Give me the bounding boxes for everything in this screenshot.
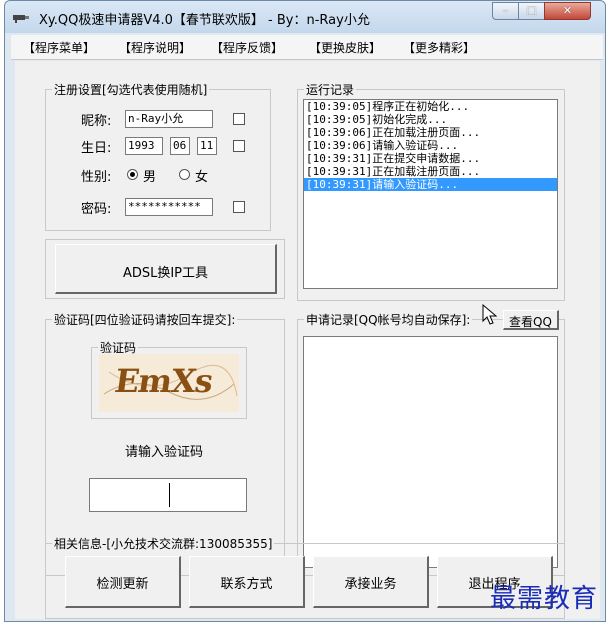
menu-bar: 【程序菜单】 【程序说明】 【程序反馈】 【更换皮肤】 【更多精彩】 xyxy=(11,35,603,60)
nickname-input[interactable]: n-Ray小允 xyxy=(125,110,213,128)
log-line[interactable]: [10:39:06]正在加载注册页面... xyxy=(304,126,557,139)
text-caret xyxy=(169,483,170,507)
minimize-icon: – xyxy=(502,4,509,17)
birthday-label: 生日: xyxy=(81,141,112,156)
captcha-prompt: 请输入验证码 xyxy=(125,445,204,460)
gender-label: 性别: xyxy=(81,170,112,185)
check-update-label: 检测更新 xyxy=(96,577,149,592)
password-input[interactable]: *********** xyxy=(125,198,213,216)
menu-feedback[interactable]: 【程序反馈】 xyxy=(211,39,283,56)
nickname-random-checkbox[interactable] xyxy=(233,113,245,125)
captcha-legend: 验证码[四位验证码请按回车提交]: xyxy=(54,313,236,327)
maximize-button[interactable]: □ xyxy=(518,2,545,20)
close-button[interactable]: ✕ xyxy=(544,2,591,20)
view-qq-label: 查看QQ xyxy=(509,315,552,329)
menu-skin[interactable]: 【更换皮肤】 xyxy=(309,39,381,56)
run-log-listbox[interactable]: [10:39:05]程序正在初始化... [10:39:05]初始化完成... [1… xyxy=(303,99,558,289)
menu-instructions[interactable]: 【程序说明】 xyxy=(119,39,191,56)
captcha-text: EmXs xyxy=(112,362,215,400)
watermark-text: 最需教育 xyxy=(490,584,599,614)
related-info-legend: 相关信息-[小允技术交流群:130085355] xyxy=(54,537,273,551)
app-icon xyxy=(13,15,29,23)
run-log-legend: 运行记录 xyxy=(306,83,355,97)
gender-female-radio[interactable] xyxy=(179,169,190,180)
menu-more[interactable]: 【更多精彩】 xyxy=(403,39,475,56)
captcha-image[interactable]: EmXs xyxy=(99,354,239,412)
close-icon: ✕ xyxy=(562,4,573,17)
log-line[interactable]: [10:39:05]程序正在初始化... xyxy=(304,100,557,113)
gender-male-radio[interactable] xyxy=(127,169,138,180)
birthday-random-checkbox[interactable] xyxy=(233,140,245,152)
window-title: Xy.QQ极速申请器V4.0【春节联欢版】 - By：n-Ray小允 xyxy=(39,13,370,28)
minimize-button[interactable]: – xyxy=(492,2,519,20)
captcha-input[interactable] xyxy=(89,478,247,512)
log-line[interactable]: [10:39:31]正在加载注册页面... xyxy=(304,165,557,178)
gender-male-label: 男 xyxy=(143,170,157,185)
maximize-icon: □ xyxy=(526,4,537,17)
birth-year-input[interactable]: 1993 xyxy=(125,137,163,155)
mouse-cursor-icon xyxy=(482,304,498,325)
menu-program[interactable]: 【程序菜单】 xyxy=(23,39,95,56)
birth-day-input[interactable]: 11 xyxy=(197,137,217,155)
password-label: 密码: xyxy=(81,202,112,217)
apply-records-legend: 申请记录[QQ帐号均自动保存]: xyxy=(306,313,471,327)
check-update-button[interactable]: 检测更新 xyxy=(65,556,181,608)
contact-label: 联系方式 xyxy=(220,577,273,592)
nickname-label: 昵称: xyxy=(81,114,112,129)
log-line[interactable]: [10:39:31]正在提交申请数据... xyxy=(304,152,557,165)
register-settings-legend: 注册设置[勾选代表使用随机] xyxy=(54,83,208,97)
contact-button[interactable]: 联系方式 xyxy=(189,556,305,608)
title-bar[interactable]: Xy.QQ极速申请器V4.0【春节联欢版】 - By：n-Ray小允 – □ ✕ xyxy=(5,1,605,33)
password-random-checkbox[interactable] xyxy=(233,201,245,213)
birth-month-input[interactable]: 06 xyxy=(170,137,190,155)
log-line[interactable]: [10:39:06]请输入验证码... xyxy=(304,139,557,152)
app-window: Xy.QQ极速申请器V4.0【春节联欢版】 - By：n-Ray小允 – □ ✕… xyxy=(4,0,606,622)
gender-female-label: 女 xyxy=(195,170,209,185)
adsl-button-label: ADSL换IP工具 xyxy=(122,266,209,281)
adsl-change-ip-button[interactable]: ADSL换IP工具 xyxy=(55,244,277,294)
business-label: 承接业务 xyxy=(344,577,397,592)
log-line[interactable]: [10:39:05]初始化完成... xyxy=(304,113,557,126)
log-line[interactable]: [10:39:31]请输入验证码... xyxy=(304,178,557,191)
business-button[interactable]: 承接业务 xyxy=(313,556,429,608)
view-qq-button[interactable]: 查看QQ xyxy=(503,310,559,330)
apply-records-listbox[interactable] xyxy=(303,336,558,568)
client-area: 注册设置[勾选代表使用随机] 昵称: n-Ray小允 生日: 1993 06 1… xyxy=(15,61,600,619)
